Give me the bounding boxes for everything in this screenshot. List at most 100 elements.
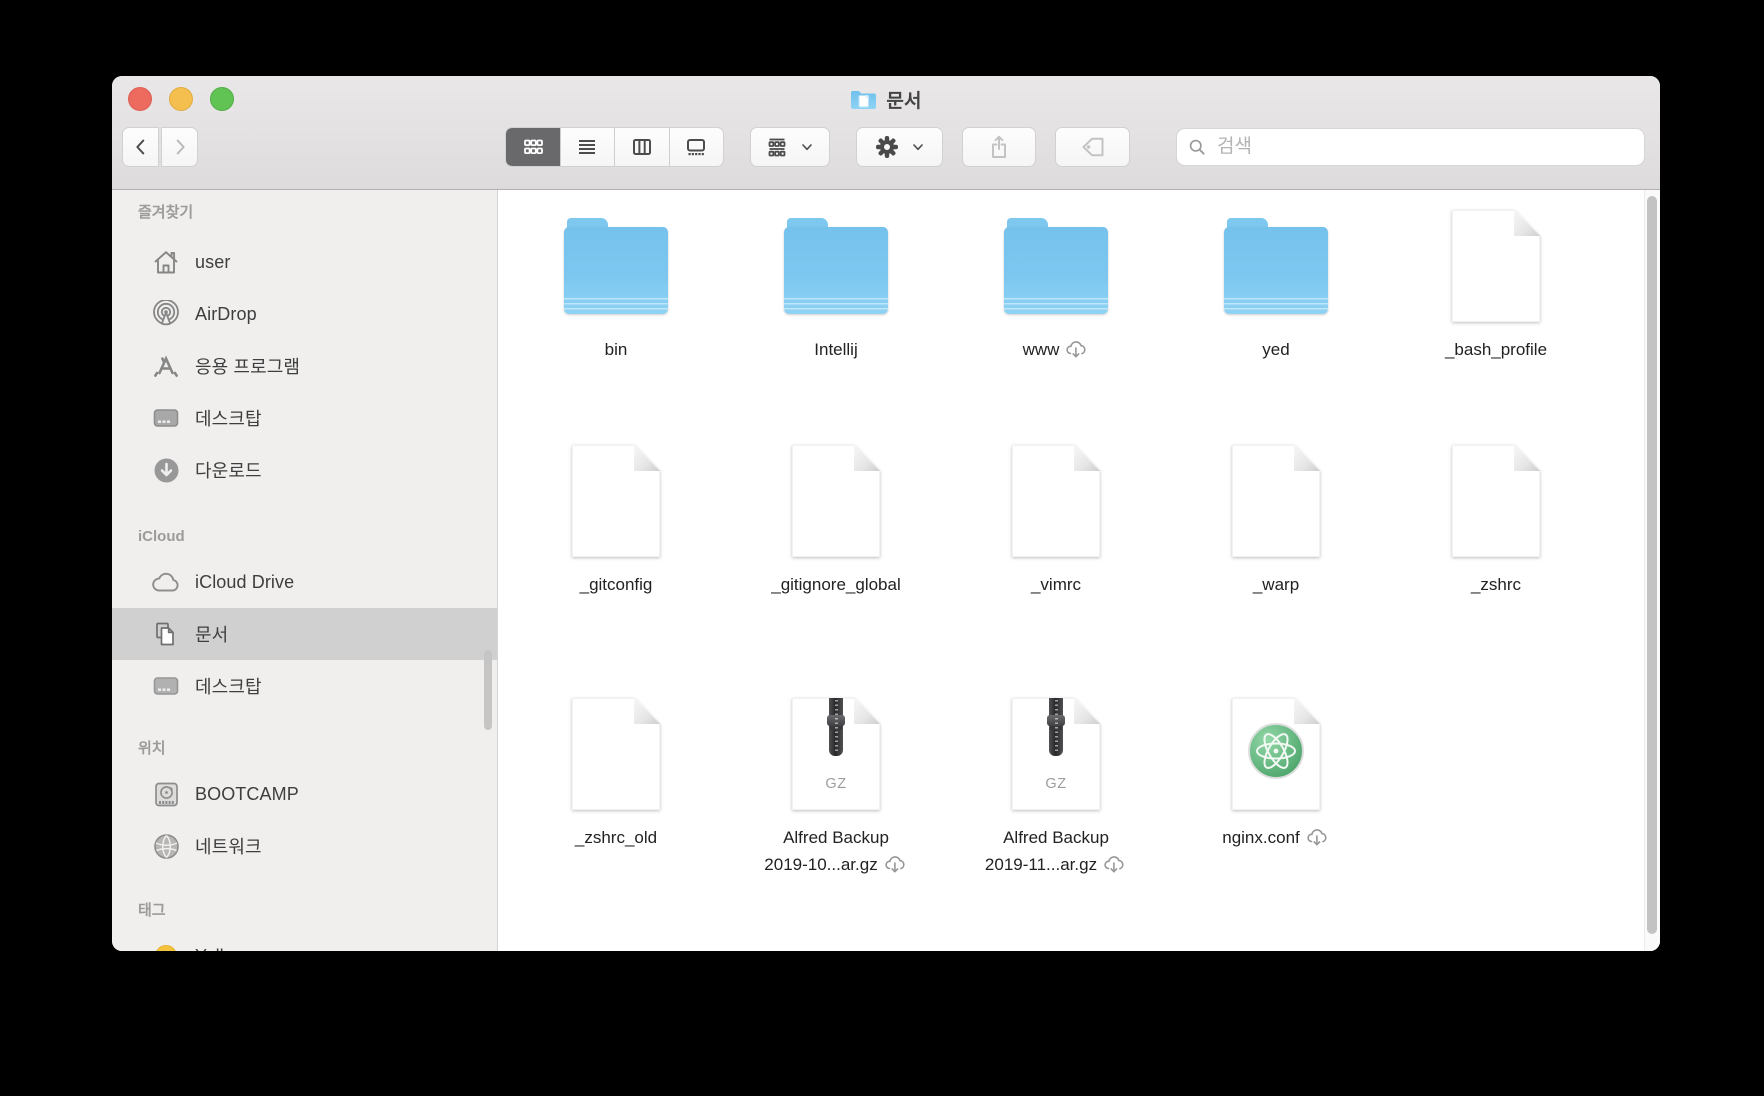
file-item-alfred-backup-nov[interactable]: GZ Alfred Backup 2019-11...ar.gz [946, 696, 1166, 878]
file-item-www[interactable]: www [946, 208, 1166, 363]
file-name: _warp [1252, 575, 1300, 594]
file-item-nginx-conf[interactable]: nginx.conf [1166, 696, 1386, 878]
document-icon [1452, 445, 1540, 557]
sidebar-item-label: 데스크탑 [195, 677, 262, 697]
folder-icon [1224, 218, 1328, 314]
file-name: Alfred Backup [1003, 828, 1109, 847]
document-icon [1452, 210, 1540, 322]
content-scrollbar-track[interactable] [1644, 190, 1660, 951]
file-item-gitconfig[interactable]: _gitconfig [506, 443, 726, 598]
sidebar-item-applications[interactable]: 응용 프로그램 [112, 340, 497, 392]
chevron-down-icon [912, 144, 923, 151]
back-button[interactable] [122, 127, 159, 167]
gz-badge: GZ [825, 776, 847, 792]
sidebar-item-tag-yellow[interactable]: Yellow [112, 930, 497, 951]
desktop-icon [150, 674, 182, 698]
file-item-zshrc[interactable]: _zshrc [1386, 443, 1606, 598]
group-button[interactable] [750, 127, 830, 167]
sidebar-section-favorites: 즐겨찾기 [138, 204, 194, 221]
cloud-download-icon [1104, 856, 1124, 873]
column-view-icon [632, 139, 651, 155]
file-name: _gitconfig [579, 575, 653, 594]
sidebar-item-icloud-drive[interactable]: iCloud Drive [112, 556, 497, 608]
file-item-vimrc[interactable]: _vimrc [946, 443, 1166, 598]
document-icon [792, 445, 880, 557]
sidebar-section-icloud: iCloud [138, 528, 185, 545]
sidebar-item-downloads[interactable]: 다운로드 [112, 444, 497, 496]
view-switcher [505, 127, 724, 167]
sidebar-item-network[interactable]: 네트워크 [112, 820, 497, 872]
share-icon [992, 135, 1006, 158]
file-name: 2019-11...ar.gz [984, 855, 1098, 874]
sidebar-scrollbar-thumb[interactable] [484, 650, 492, 730]
sidebar-section-tags: 태그 [138, 902, 166, 919]
column-view-button[interactable] [615, 128, 670, 166]
share-button[interactable] [962, 127, 1036, 167]
sidebar-item-label: Yellow [195, 946, 247, 952]
atom-config-icon [1232, 698, 1320, 810]
file-item-gitignore-global[interactable]: _gitignore_global [726, 443, 946, 598]
file-grid-row: _zshrc_old GZ Alfred Backup 2019-10...ar… [506, 696, 1386, 878]
file-grid-row: _gitconfig _gitignore_global _vimrc _war… [506, 443, 1606, 598]
sidebar-item-airdrop[interactable]: AirDrop [112, 288, 497, 340]
document-icon [1232, 445, 1320, 557]
file-item-bash-profile[interactable]: _bash_profile [1386, 208, 1606, 363]
file-item-alfred-backup-oct[interactable]: GZ Alfred Backup 2019-10...ar.gz [726, 696, 946, 878]
folder-icon [564, 218, 668, 314]
sidebar-item-user[interactable]: user [112, 236, 497, 288]
atom-logo-icon [1245, 720, 1307, 782]
list-view-button[interactable] [561, 128, 615, 166]
search-field [1176, 128, 1645, 166]
cloud-download-icon [885, 856, 905, 873]
sidebar-section-locations: 위치 [138, 740, 166, 757]
file-name: yed [1262, 340, 1290, 359]
icon-view-button[interactable] [506, 128, 561, 166]
file-item-bin[interactable]: bin [506, 208, 726, 363]
tag-icon [1082, 137, 1103, 157]
sidebar-item-label: 문서 [195, 625, 229, 645]
sidebar-item-label: 네트워크 [195, 837, 262, 857]
sidebar-item-label: iCloud Drive [195, 571, 295, 592]
gz-archive-icon: GZ [1012, 698, 1100, 810]
zipper-icon [827, 698, 845, 756]
sidebar-item-documents[interactable]: 문서 [112, 608, 497, 660]
tag-button[interactable] [1055, 127, 1130, 167]
sidebar-item-label: user [195, 251, 231, 272]
content-scrollbar-thumb[interactable] [1647, 196, 1657, 934]
gz-archive-icon: GZ [792, 698, 880, 810]
title-folder-icon [850, 89, 877, 110]
search-input[interactable] [1215, 135, 1634, 159]
sidebar-item-label: 응용 프로그램 [195, 357, 301, 377]
sidebar-item-desktop-icloud[interactable]: 데스크탑 [112, 660, 497, 712]
window-title: 문서 [886, 90, 922, 112]
sidebar-item-desktop[interactable]: 데스크탑 [112, 392, 497, 444]
sidebar-item-bootcamp[interactable]: BOOTCAMP [112, 768, 497, 820]
forward-button[interactable] [161, 127, 198, 167]
file-name: _bash_profile [1444, 340, 1548, 359]
chevron-right-icon [176, 139, 185, 155]
file-name: Intellij [814, 340, 858, 359]
file-name: 2019-10...ar.gz [764, 855, 878, 874]
airdrop-icon [150, 300, 182, 328]
chevron-down-icon [802, 144, 812, 151]
cloud-icon [150, 571, 182, 593]
content-area: bin Intellij www yed _bash_profile _gitc… [498, 190, 1660, 951]
file-name: _zshrc_old [574, 828, 658, 847]
file-item-warp[interactable]: _warp [1166, 443, 1386, 598]
network-globe-icon [150, 833, 182, 860]
sidebar-item-label: 다운로드 [195, 461, 262, 481]
cloud-download-icon [1066, 341, 1086, 358]
file-name: Alfred Backup [783, 828, 889, 847]
sidebar: 즐겨찾기 user AirDrop 응용 프로그램 데스크탑 다운로드 iClo… [112, 190, 498, 951]
file-item-intellij[interactable]: Intellij [726, 208, 946, 363]
search-icon [1189, 139, 1205, 155]
document-icon [572, 445, 660, 557]
desktop-icon [150, 406, 182, 430]
file-item-yed[interactable]: yed [1166, 208, 1386, 363]
file-item-zshrc-old[interactable]: _zshrc_old [506, 696, 726, 878]
action-button[interactable] [856, 127, 943, 167]
gallery-view-icon [687, 139, 706, 156]
appstore-icon [150, 353, 182, 379]
gallery-view-button[interactable] [670, 128, 724, 166]
gz-badge: GZ [1045, 776, 1067, 792]
